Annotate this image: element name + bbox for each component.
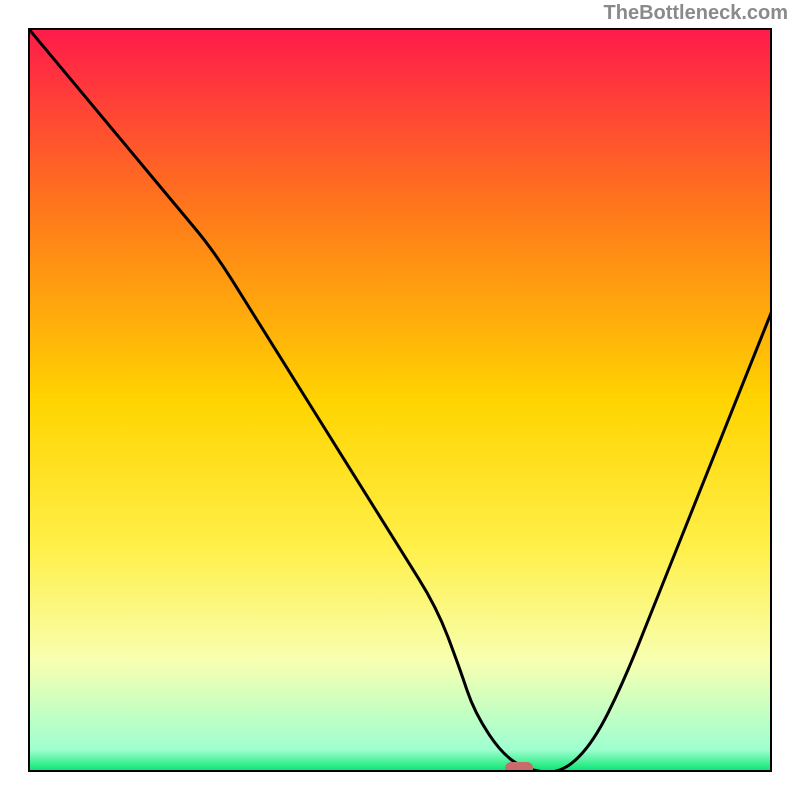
chart-svg — [28, 28, 772, 772]
watermark-text: TheBottleneck.com — [604, 2, 788, 25]
gradient-background — [28, 28, 772, 772]
bottleneck-chart — [28, 28, 772, 772]
